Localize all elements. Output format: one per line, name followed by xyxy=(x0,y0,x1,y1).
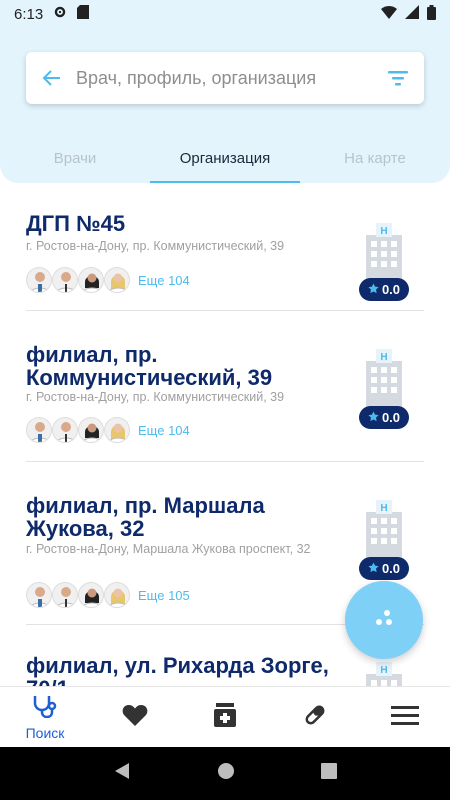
doctor-avatars: Еще 104 xyxy=(26,266,190,294)
more-doctors-link[interactable]: Еще 104 xyxy=(138,273,190,288)
status-bar: 6:13 xyxy=(0,0,450,28)
rating-value: 0.0 xyxy=(381,561,401,576)
signal-icon xyxy=(405,5,419,23)
status-time: 6:13 xyxy=(14,5,44,23)
star-icon xyxy=(368,410,379,425)
star-icon xyxy=(368,561,379,576)
hospital-building-icon: H xyxy=(360,500,408,560)
list-item[interactable]: филиал, пр. Коммунистический, 39 г. Рост… xyxy=(0,311,450,462)
heart-icon xyxy=(122,704,148,731)
wifi-icon xyxy=(381,5,397,23)
back-icon[interactable] xyxy=(113,762,131,785)
search-box[interactable] xyxy=(26,52,424,104)
dots-icon xyxy=(372,606,396,635)
rating-badge: 0.0 xyxy=(359,557,409,580)
organization-title: филиал, пр. Маршала Жукова, 32 xyxy=(26,493,265,541)
settings-icon xyxy=(53,5,67,23)
more-doctors-link[interactable]: Еще 104 xyxy=(138,423,190,438)
hospital-building-icon: H xyxy=(360,223,408,283)
organization-title: филиал, ул. Рихарда Зорге, 70/1 xyxy=(26,653,329,686)
svg-text:H: H xyxy=(380,503,387,514)
nav-search-label: Поиск xyxy=(25,724,65,741)
avatar xyxy=(78,582,104,608)
organization-address: г. Ростов-на-Дону, пр. Коммунистический,… xyxy=(26,390,285,404)
search-input[interactable] xyxy=(76,67,386,89)
avatar xyxy=(26,582,52,608)
nav-search[interactable]: Поиск xyxy=(0,687,90,747)
pill-icon xyxy=(303,703,327,732)
hospital-building-icon: H xyxy=(360,349,408,409)
nav-favorites[interactable] xyxy=(90,687,180,747)
stethoscope-icon xyxy=(31,694,59,723)
menu-icon xyxy=(391,705,419,730)
organization-title: филиал, пр. Коммунистический, 39 xyxy=(26,342,273,390)
medical-kit-icon xyxy=(213,702,237,732)
filter-icon[interactable] xyxy=(386,66,410,90)
nav-medical[interactable] xyxy=(180,687,270,747)
list-item[interactable]: ДГП №45 г. Ростов-на-Дону, пр. Коммунист… xyxy=(0,183,450,311)
system-nav-bar xyxy=(0,747,450,800)
organization-address: г. Ростов-на-Дону, пр. Коммунистический,… xyxy=(26,239,285,253)
avatar xyxy=(52,417,78,443)
battery-icon xyxy=(427,4,436,24)
organization-address: г. Ростов-на-Дону, Маршала Жукова проспе… xyxy=(26,542,311,556)
organization-title: ДГП №45 xyxy=(26,211,126,236)
header: Врачи Организация На карте xyxy=(0,28,450,183)
doctor-avatars: Еще 105 xyxy=(26,581,190,609)
avatar xyxy=(78,417,104,443)
recents-icon[interactable] xyxy=(321,763,337,784)
rating-value: 0.0 xyxy=(381,410,401,425)
more-doctors-link[interactable]: Еще 105 xyxy=(138,588,190,603)
nav-pills[interactable] xyxy=(270,687,360,747)
nav-menu[interactable] xyxy=(360,687,450,747)
back-arrow-icon[interactable] xyxy=(40,66,64,90)
avatar xyxy=(104,582,130,608)
tab-map[interactable]: На карте xyxy=(300,143,450,183)
map-view-fab[interactable] xyxy=(345,581,423,659)
avatar xyxy=(78,267,104,293)
tab-doctors[interactable]: Врачи xyxy=(0,143,150,183)
svg-text:H: H xyxy=(380,665,387,676)
avatar xyxy=(104,267,130,293)
avatar xyxy=(52,582,78,608)
avatar xyxy=(26,267,52,293)
sd-card-icon xyxy=(77,5,90,23)
doctor-avatars: Еще 104 xyxy=(26,416,190,444)
avatar xyxy=(52,267,78,293)
rating-value: 0.0 xyxy=(381,282,401,297)
home-icon[interactable] xyxy=(217,762,235,785)
avatar xyxy=(104,417,130,443)
tab-bar: Врачи Организация На карте xyxy=(0,143,450,183)
tab-organization[interactable]: Организация xyxy=(150,143,300,183)
star-icon xyxy=(368,282,379,297)
svg-text:H: H xyxy=(380,226,387,237)
hospital-building-icon: H xyxy=(360,662,408,686)
avatar xyxy=(26,417,52,443)
svg-text:H: H xyxy=(380,352,387,363)
bottom-nav: Поиск xyxy=(0,686,450,747)
rating-badge: 0.0 xyxy=(359,278,409,301)
rating-badge: 0.0 xyxy=(359,406,409,429)
